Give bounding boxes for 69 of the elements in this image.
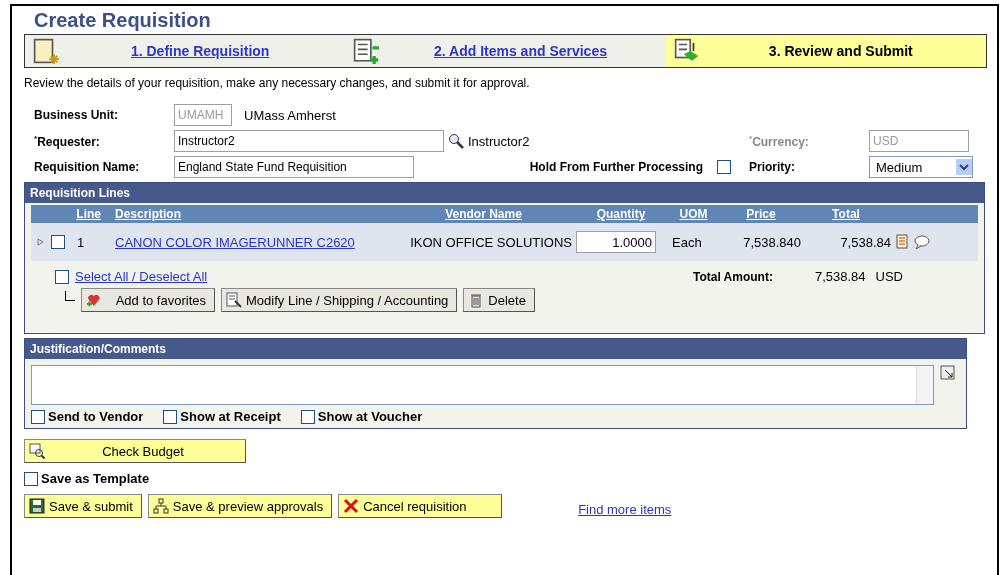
column-header[interactable]: Line (31, 207, 101, 221)
hold-checkbox[interactable] (717, 160, 731, 174)
field-label: $^{*}$Currency: (749, 133, 810, 149)
chevron-down-icon (956, 158, 972, 176)
column-header[interactable]: Description (101, 207, 391, 221)
instructions-text: Review the details of your requisition, make any necessary changes, and submit it for approval. (24, 76, 531, 90)
step-tab[interactable]: 3. Review and Submit (665, 35, 986, 67)
table-cell: 1 (77, 234, 85, 250)
document-icon (33, 38, 59, 64)
magnifier-document-icon (29, 443, 45, 459)
find-more-items-link[interactable]: Find more items (578, 501, 672, 517)
document-edit-icon (226, 292, 242, 308)
option-checkbox[interactable] (163, 409, 178, 424)
expand-triangle-icon[interactable] (37, 236, 45, 248)
field-label: Priority: (749, 160, 796, 174)
table-cell-text: 7,538.840 (742, 234, 801, 250)
field-label: Requisition Name: (34, 160, 141, 174)
step-tab[interactable]: 1. Define Requisition (25, 35, 346, 67)
field-label: $^{*}$Requester: (34, 133, 101, 149)
column-header[interactable]: Price (721, 207, 801, 221)
expand-window-icon[interactable] (940, 365, 956, 381)
total-amount-value: 7,538.84 (814, 269, 866, 284)
modify-line-button[interactable]: Modify Line / Shipping / Accounting (221, 288, 458, 312)
preview-approvals-button[interactable]: Save & preview approvals (147, 494, 333, 518)
add-to-favorites-button[interactable]: Add to favorites (81, 288, 215, 312)
checkbox-label: Show at Voucher (317, 409, 423, 424)
option-checkbox[interactable] (31, 409, 45, 424)
hierarchy-icon (152, 498, 169, 514)
check-budget-button[interactable]: Check Budget (24, 439, 246, 463)
cancel-button[interactable]: Cancel requisition (338, 494, 503, 518)
search-icon[interactable] (448, 133, 464, 149)
panel-header: Justification/Comments (25, 339, 966, 359)
step-tab[interactable]: 2. Add Items and Services (345, 35, 666, 67)
checkbox-label: Send to Vendor (48, 409, 144, 424)
comment-icon[interactable] (914, 234, 930, 250)
save-submit-button[interactable]: Save & submit (24, 494, 142, 518)
column-header[interactable]: Quantity (576, 207, 666, 221)
business-unit-description: UMass Amherst (244, 107, 336, 123)
checkbox-label: Save as Template (41, 471, 150, 486)
table-cell-text: IKON OFFICE SOLUTIONS (409, 234, 573, 250)
comments-field[interactable] (31, 365, 934, 405)
priority-dropdown[interactable]: Medium (869, 156, 973, 178)
checkbox-label: Show at Receipt (180, 409, 281, 424)
requester-description: Instructor2 (468, 133, 530, 149)
column-header[interactable]: Total (801, 207, 891, 221)
option-checkbox[interactable] (300, 409, 315, 424)
field-label: Hold From Further Processing (529, 160, 703, 174)
document-add-icon (353, 38, 380, 64)
column-header[interactable]: UOM (666, 207, 721, 221)
table-cell-text: Each (671, 234, 703, 250)
column-header[interactable]: Vendor Name (391, 207, 576, 221)
page-title: Create Requisition (34, 9, 212, 32)
cancel-icon (343, 498, 360, 514)
select-all-checkbox[interactable] (55, 269, 69, 284)
item-description-link[interactable]: CANON COLOR IMAGERUNNER C2620 (115, 234, 355, 250)
table-cell-text: 7,538.84 (839, 234, 891, 250)
requisition-name-field[interactable]: England State Fund Requisition (174, 156, 414, 178)
total-amount-label: Total Amount: (692, 269, 773, 284)
line-checkbox[interactable] (51, 235, 65, 249)
total-currency: USD (875, 269, 903, 284)
scrollbar[interactable] (916, 366, 933, 404)
quantity-field[interactable]: 1.0000 (576, 231, 656, 253)
requester-field[interactable]: Instructor2 (174, 130, 444, 152)
save-as-template-checkbox[interactable] (24, 471, 38, 486)
delete-button[interactable]: Delete (463, 288, 535, 312)
select-all-link[interactable]: Select All / Deselect All (75, 269, 208, 284)
panel-header: Requisition Lines (25, 183, 984, 203)
heart-plus-icon (86, 292, 102, 308)
field-label: Business Unit: (34, 108, 119, 122)
